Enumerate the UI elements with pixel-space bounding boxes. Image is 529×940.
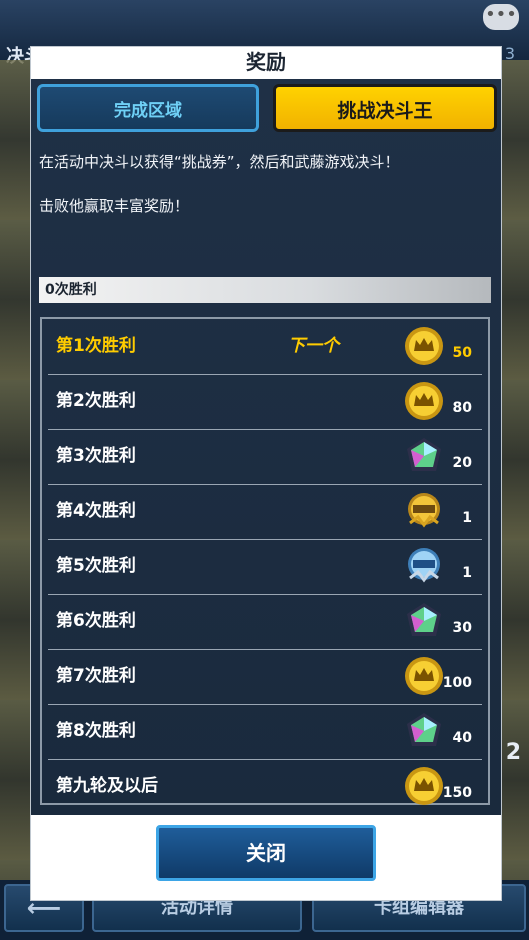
reward-quantity: 1: [462, 510, 472, 526]
gold-coin-icon: [405, 767, 443, 805]
crystal-gem-icon: [407, 438, 441, 471]
reward-label: 第4次胜利: [56, 501, 136, 521]
gold-coin-icon: [405, 327, 443, 365]
dialog-title: 奖励: [246, 50, 286, 74]
reward-label: 第3次胜利: [56, 446, 136, 466]
reward-quantity: 80: [452, 400, 472, 416]
tab-complete-area[interactable]: 完成区域: [37, 84, 259, 132]
rewards-dialog: 奖励 完成区域 挑战决斗王 在活动中决斗以获得“挑战券”，然后和武藤游戏决斗！ …: [30, 46, 502, 901]
reward-row-3: 第3次胜利 20: [48, 429, 482, 485]
reward-row-5: 第5次胜利 1: [48, 539, 482, 595]
crystal-gem-icon: [407, 713, 441, 746]
reward-row-2: 第2次胜利 80: [48, 374, 482, 430]
next-reward-marker: 下一个: [288, 336, 339, 356]
reward-label: 第1次胜利: [56, 336, 136, 356]
reward-row-4: 第4次胜利 1: [48, 484, 482, 540]
reward-label: 第8次胜利: [56, 721, 136, 741]
rewards-panel: 完成区域 挑战决斗王 在活动中决斗以获得“挑战券”，然后和武藤游戏决斗！ 击败他…: [31, 79, 501, 815]
reward-label: 第2次胜利: [56, 391, 136, 411]
description-line-2: 击败他赢取丰富奖励！: [39, 197, 190, 215]
reward-quantity: 150: [442, 785, 472, 801]
reward-row-6: 第6次胜利 30: [48, 594, 482, 650]
side-number: 2: [505, 740, 521, 765]
reward-quantity: 100: [442, 675, 472, 691]
win-count-label: 0次胜利: [45, 282, 97, 298]
reward-label: 第7次胜利: [56, 666, 136, 686]
win-progress-bar: 0次胜利: [39, 277, 491, 303]
reward-label: 第6次胜利: [56, 611, 136, 631]
super-rare-ticket-icon: [408, 548, 440, 583]
reward-label: 第九轮及以后: [56, 776, 158, 796]
reward-quantity: 1: [462, 565, 472, 581]
close-button[interactable]: 关闭: [156, 825, 376, 881]
reward-quantity: 50: [452, 345, 472, 361]
chat-icon[interactable]: •••: [483, 4, 519, 30]
description-line-1: 在活动中决斗以获得“挑战券”，然后和武藤游戏决斗！: [39, 153, 400, 171]
reward-quantity: 40: [452, 730, 472, 746]
tab-challenge-duel-king[interactable]: 挑战决斗王: [273, 84, 497, 132]
reward-row-1: 第1次胜利 下一个 50: [48, 319, 482, 375]
reward-quantity: 20: [452, 455, 472, 471]
reward-quantity: 30: [452, 620, 472, 636]
reward-list[interactable]: 第1次胜利 下一个 50 第2次胜利 80 第3次胜利 20 第4次胜利 1 第…: [40, 317, 490, 805]
reward-label: 第5次胜利: [56, 556, 136, 576]
reward-row-9: 第九轮及以后 150: [48, 759, 482, 814]
reward-row-7: 第7次胜利 100: [48, 649, 482, 705]
rare-ticket-icon: [408, 493, 440, 528]
left-decor: [0, 60, 30, 880]
crystal-gem-icon: [407, 603, 441, 636]
gold-coin-icon: [405, 382, 443, 420]
reward-row-8: 第8次胜利 40: [48, 704, 482, 760]
gold-coin-icon: [405, 657, 443, 695]
